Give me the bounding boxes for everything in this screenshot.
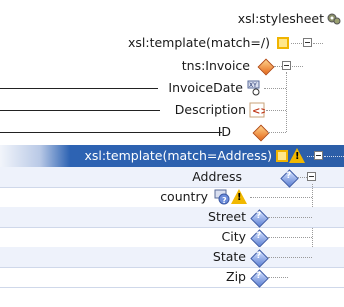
svg-text:?: ? (222, 196, 227, 205)
unresolved-type-icon: ? (214, 189, 230, 205)
tree-node-invoice-date[interactable]: InvoiceDate XY (0, 77, 344, 99)
svg-text:<>: <> (252, 106, 265, 117)
connector (298, 177, 307, 178)
collapse-toggle[interactable] (303, 38, 312, 47)
collapse-toggle[interactable] (282, 61, 291, 70)
xy-type-icon: XY (247, 80, 263, 96)
tree-node-id[interactable]: ID (0, 121, 344, 143)
node-label: xsl:template(match=/) (128, 35, 270, 50)
tree-node-country[interactable]: country ? ! (0, 187, 344, 208)
connector (292, 66, 303, 67)
tree-node-description[interactable]: Description <> (0, 99, 344, 121)
node-label: ID (217, 124, 231, 139)
tree-node-street[interactable]: Street ? (0, 207, 344, 228)
tree-node-template-address[interactable]: xsl:template(match=Address) ! (0, 145, 344, 167)
tree-node-template-root[interactable]: xsl:template(match=/) (0, 32, 344, 54)
tree-node-stylesheet[interactable]: xsl:stylesheet (0, 8, 344, 30)
node-label: City (221, 229, 247, 244)
mapping-line (0, 132, 222, 133)
connector (324, 156, 344, 157)
node-label: tns:Invoice (181, 58, 250, 73)
connector (268, 132, 286, 133)
node-label: State (212, 249, 246, 264)
connector (307, 156, 314, 157)
node-label: xsl:template(match=Address) (84, 148, 272, 163)
mapping-line (0, 110, 160, 111)
connector (291, 43, 302, 44)
tree-node-invoice[interactable]: tns:Invoice (0, 55, 344, 77)
stylesheet-icon (326, 11, 342, 27)
tree-node-address[interactable]: Address ? (0, 167, 344, 188)
connector (268, 237, 312, 238)
connector (274, 66, 282, 67)
node-label: xsl:stylesheet (237, 11, 324, 26)
svg-text:XY: XY (249, 82, 257, 89)
node-label: Address (192, 169, 242, 184)
connector (266, 110, 286, 111)
node-label: Street (208, 209, 246, 224)
mapping-line (0, 88, 158, 89)
connector (268, 217, 312, 218)
connector (313, 43, 323, 44)
node-label: Zip (226, 269, 246, 284)
tree-node-state[interactable]: State ? (0, 247, 344, 268)
element-diamond-icon (252, 124, 270, 142)
element-diamond-icon (257, 58, 275, 76)
template-icon (277, 37, 289, 49)
connector (268, 257, 312, 258)
template-icon (276, 150, 288, 162)
tree-node-city[interactable]: City ? (0, 227, 344, 248)
node-label: country (160, 189, 208, 204)
tree-node-zip[interactable]: Zip ? (0, 267, 344, 288)
connector (250, 197, 312, 198)
node-label: InvoiceDate (168, 80, 243, 95)
collapse-toggle[interactable] (314, 151, 323, 160)
node-label: Description (174, 102, 246, 117)
element-bracket-icon: <> (249, 102, 269, 118)
connector (268, 277, 288, 278)
connector (264, 88, 286, 89)
collapse-toggle[interactable] (307, 172, 316, 181)
